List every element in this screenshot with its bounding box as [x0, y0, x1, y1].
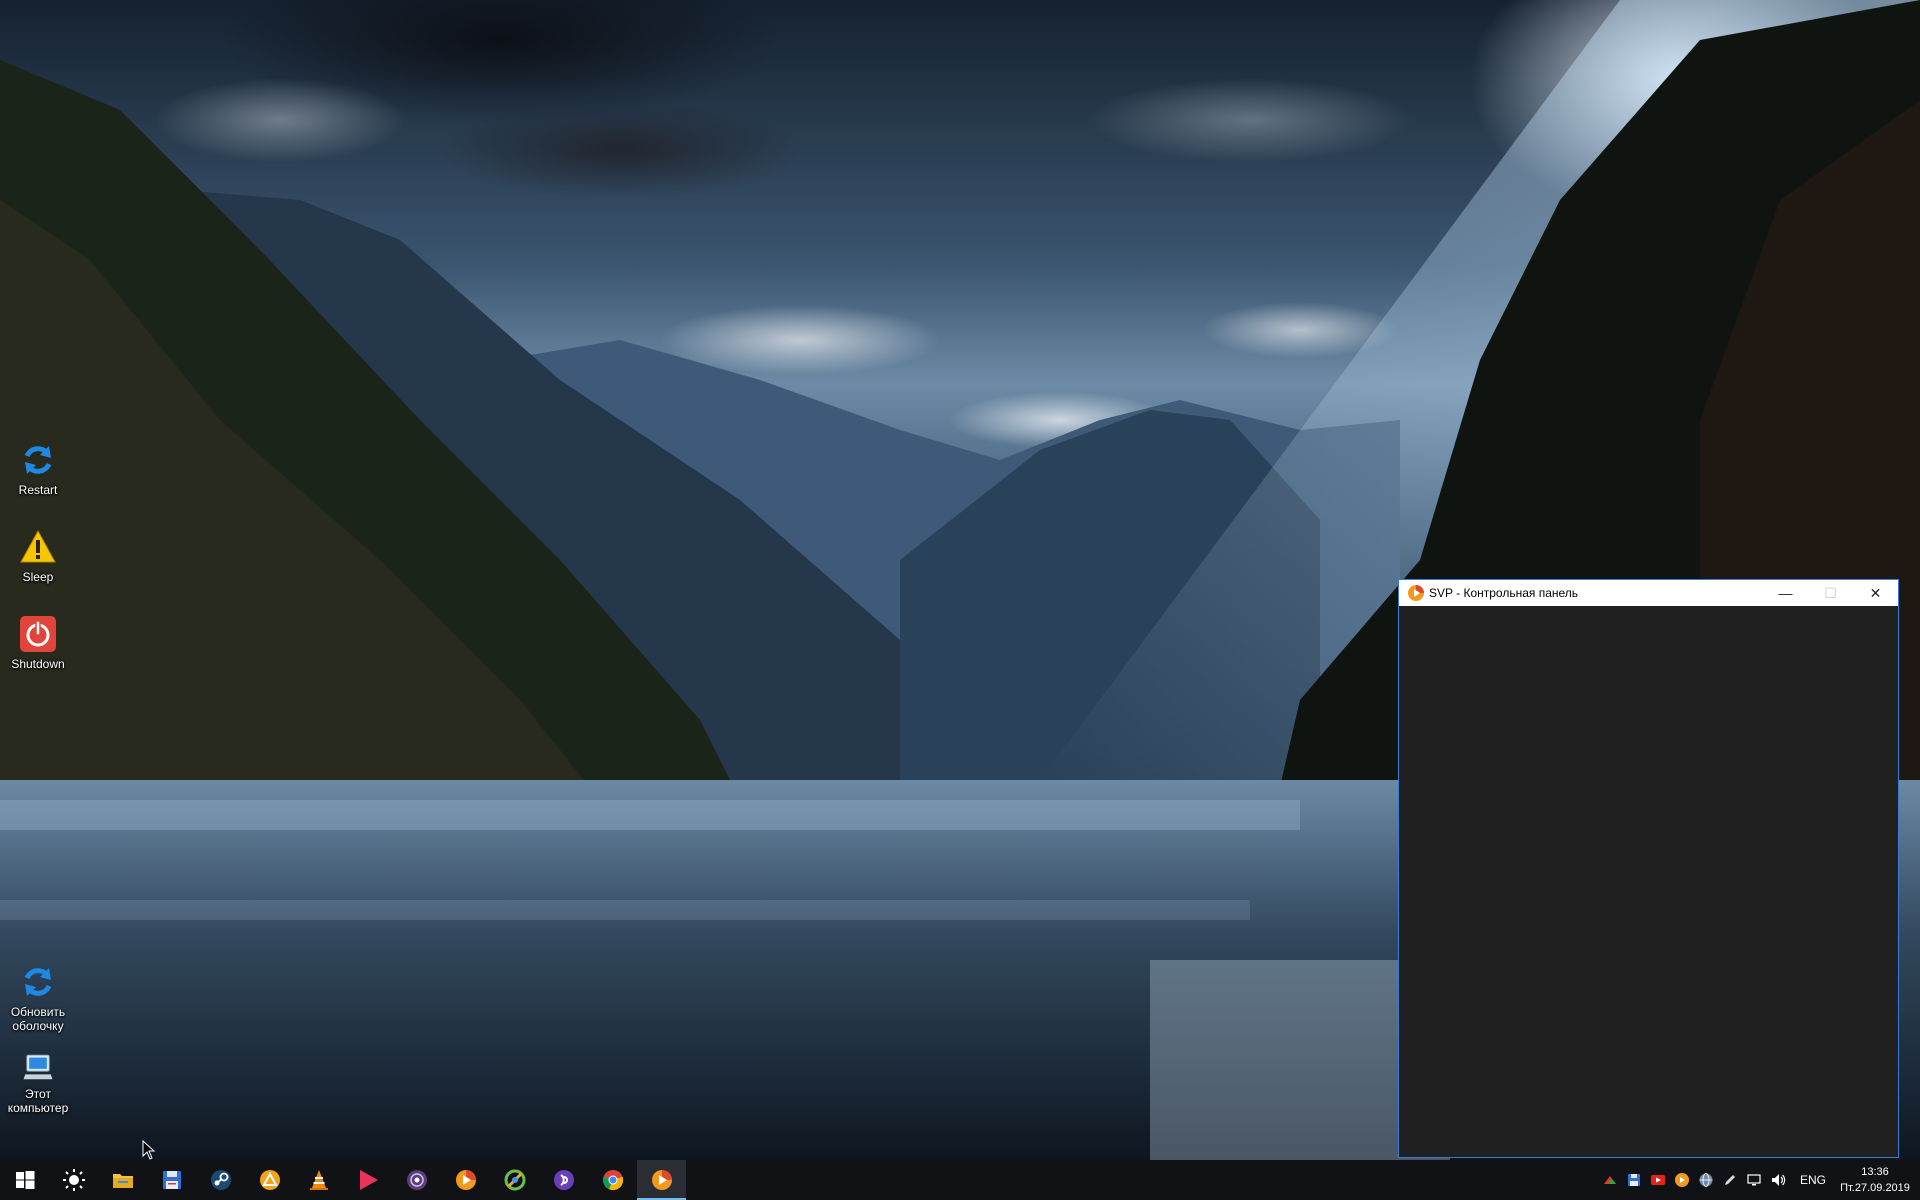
taskbar-brightness[interactable] [49, 1160, 98, 1200]
svp-icon [651, 1170, 672, 1190]
window-titlebar[interactable]: SVP - Контрольная панель — ☐ ✕ [1399, 580, 1898, 606]
taskbar-save-app[interactable] [147, 1160, 196, 1200]
volume-icon [1771, 1174, 1786, 1186]
taskbar-svp-pinned[interactable] [441, 1160, 490, 1200]
desktop-icon-label: Sleep [22, 570, 54, 584]
podcast-icon [553, 1170, 574, 1190]
floppy-icon [162, 1171, 181, 1189]
network-globe-icon [1699, 1173, 1713, 1187]
system-tray: ENG 13:36 Пт.27.09.2019 [1598, 1160, 1920, 1200]
pen-icon [1724, 1175, 1735, 1185]
taskbar-media-player[interactable] [343, 1160, 392, 1200]
tray-network[interactable] [1742, 1160, 1766, 1200]
sun-icon [62, 1169, 85, 1191]
desktop-icon-label: Этот компьютер [7, 1087, 69, 1115]
svp-icon [1408, 585, 1424, 601]
desktop-icon-restart[interactable]: Restart [0, 440, 76, 497]
svp-icon [455, 1170, 476, 1190]
chrome-icon [602, 1170, 623, 1191]
svp-control-panel-window[interactable]: SVP - Контрольная панель — ☐ ✕ [1398, 579, 1899, 1158]
warning-icon [20, 529, 56, 563]
close-button[interactable]: ✕ [1853, 580, 1898, 606]
vlc-cone-icon [309, 1170, 328, 1190]
taskbar-vlc[interactable] [294, 1160, 343, 1200]
refresh-icon [24, 446, 52, 474]
maximize-icon: ☐ [1824, 584, 1837, 601]
taskbar-steam[interactable] [196, 1160, 245, 1200]
maximize-button[interactable]: ☐ [1808, 580, 1853, 606]
tray-svp[interactable] [1670, 1160, 1694, 1200]
mouse-cursor-icon [142, 1140, 156, 1160]
youtube-icon [1650, 1175, 1665, 1185]
language-indicator[interactable]: ENG [1790, 1173, 1836, 1187]
chevron-up-icon [1603, 1176, 1616, 1184]
disc-icon [406, 1170, 427, 1190]
tray-network-globe[interactable] [1694, 1160, 1718, 1200]
aimp-icon [259, 1170, 280, 1190]
floppy-icon [1627, 1174, 1640, 1186]
clock[interactable]: 13:36 Пт.27.09.2019 [1836, 1164, 1920, 1196]
desktop-icon-refresh-shell[interactable]: Обновить оболочку [0, 962, 76, 1033]
windows-logo-icon [15, 1171, 34, 1189]
taskbar-file-explorer[interactable] [98, 1160, 147, 1200]
desktop-icon-label: Обновить оболочку [10, 1005, 66, 1033]
tray-overflow[interactable] [1598, 1160, 1622, 1200]
tray-youtube[interactable] [1646, 1160, 1670, 1200]
taskbar: ENG 13:36 Пт.27.09.2019 [0, 1160, 1920, 1200]
play-icon [359, 1170, 378, 1190]
tray-volume[interactable] [1766, 1160, 1790, 1200]
minimize-button[interactable]: — [1763, 580, 1808, 606]
minimize-icon: — [1778, 585, 1793, 601]
taskbar-svp-running[interactable] [637, 1160, 686, 1200]
clock-date: Пт.27.09.2019 [1840, 1182, 1910, 1194]
folder-icon [112, 1174, 133, 1188]
window-content [1399, 606, 1898, 1157]
start-button[interactable] [0, 1160, 49, 1200]
desktop-icon-shutdown[interactable]: Shutdown [0, 614, 76, 671]
taskbar-aimp[interactable] [245, 1160, 294, 1200]
computer-icon [23, 1054, 53, 1080]
taskbar-torrent[interactable] [490, 1160, 539, 1200]
torrent-icon [504, 1169, 525, 1191]
svp-icon [1674, 1173, 1689, 1187]
clock-time: 13:36 [1861, 1166, 1889, 1178]
desktop-icon-sleep[interactable]: Sleep [0, 527, 76, 584]
tray-pen[interactable] [1718, 1160, 1742, 1200]
refresh-icon [24, 968, 52, 996]
power-icon [20, 616, 56, 652]
taskbar-music-app[interactable] [392, 1160, 441, 1200]
desktop-icon-label: Shutdown [11, 657, 65, 671]
steam-icon [210, 1170, 231, 1190]
close-icon: ✕ [1869, 584, 1882, 601]
taskbar-podcast[interactable] [539, 1160, 588, 1200]
desktop-icon-this-pc[interactable]: Этот компьютер [0, 1052, 76, 1115]
network-icon [1747, 1174, 1761, 1186]
taskbar-chrome[interactable] [588, 1160, 637, 1200]
tray-save[interactable] [1622, 1160, 1646, 1200]
window-title: SVP - Контрольная панель [1429, 586, 1579, 600]
desktop-icon-label: Restart [18, 483, 58, 497]
